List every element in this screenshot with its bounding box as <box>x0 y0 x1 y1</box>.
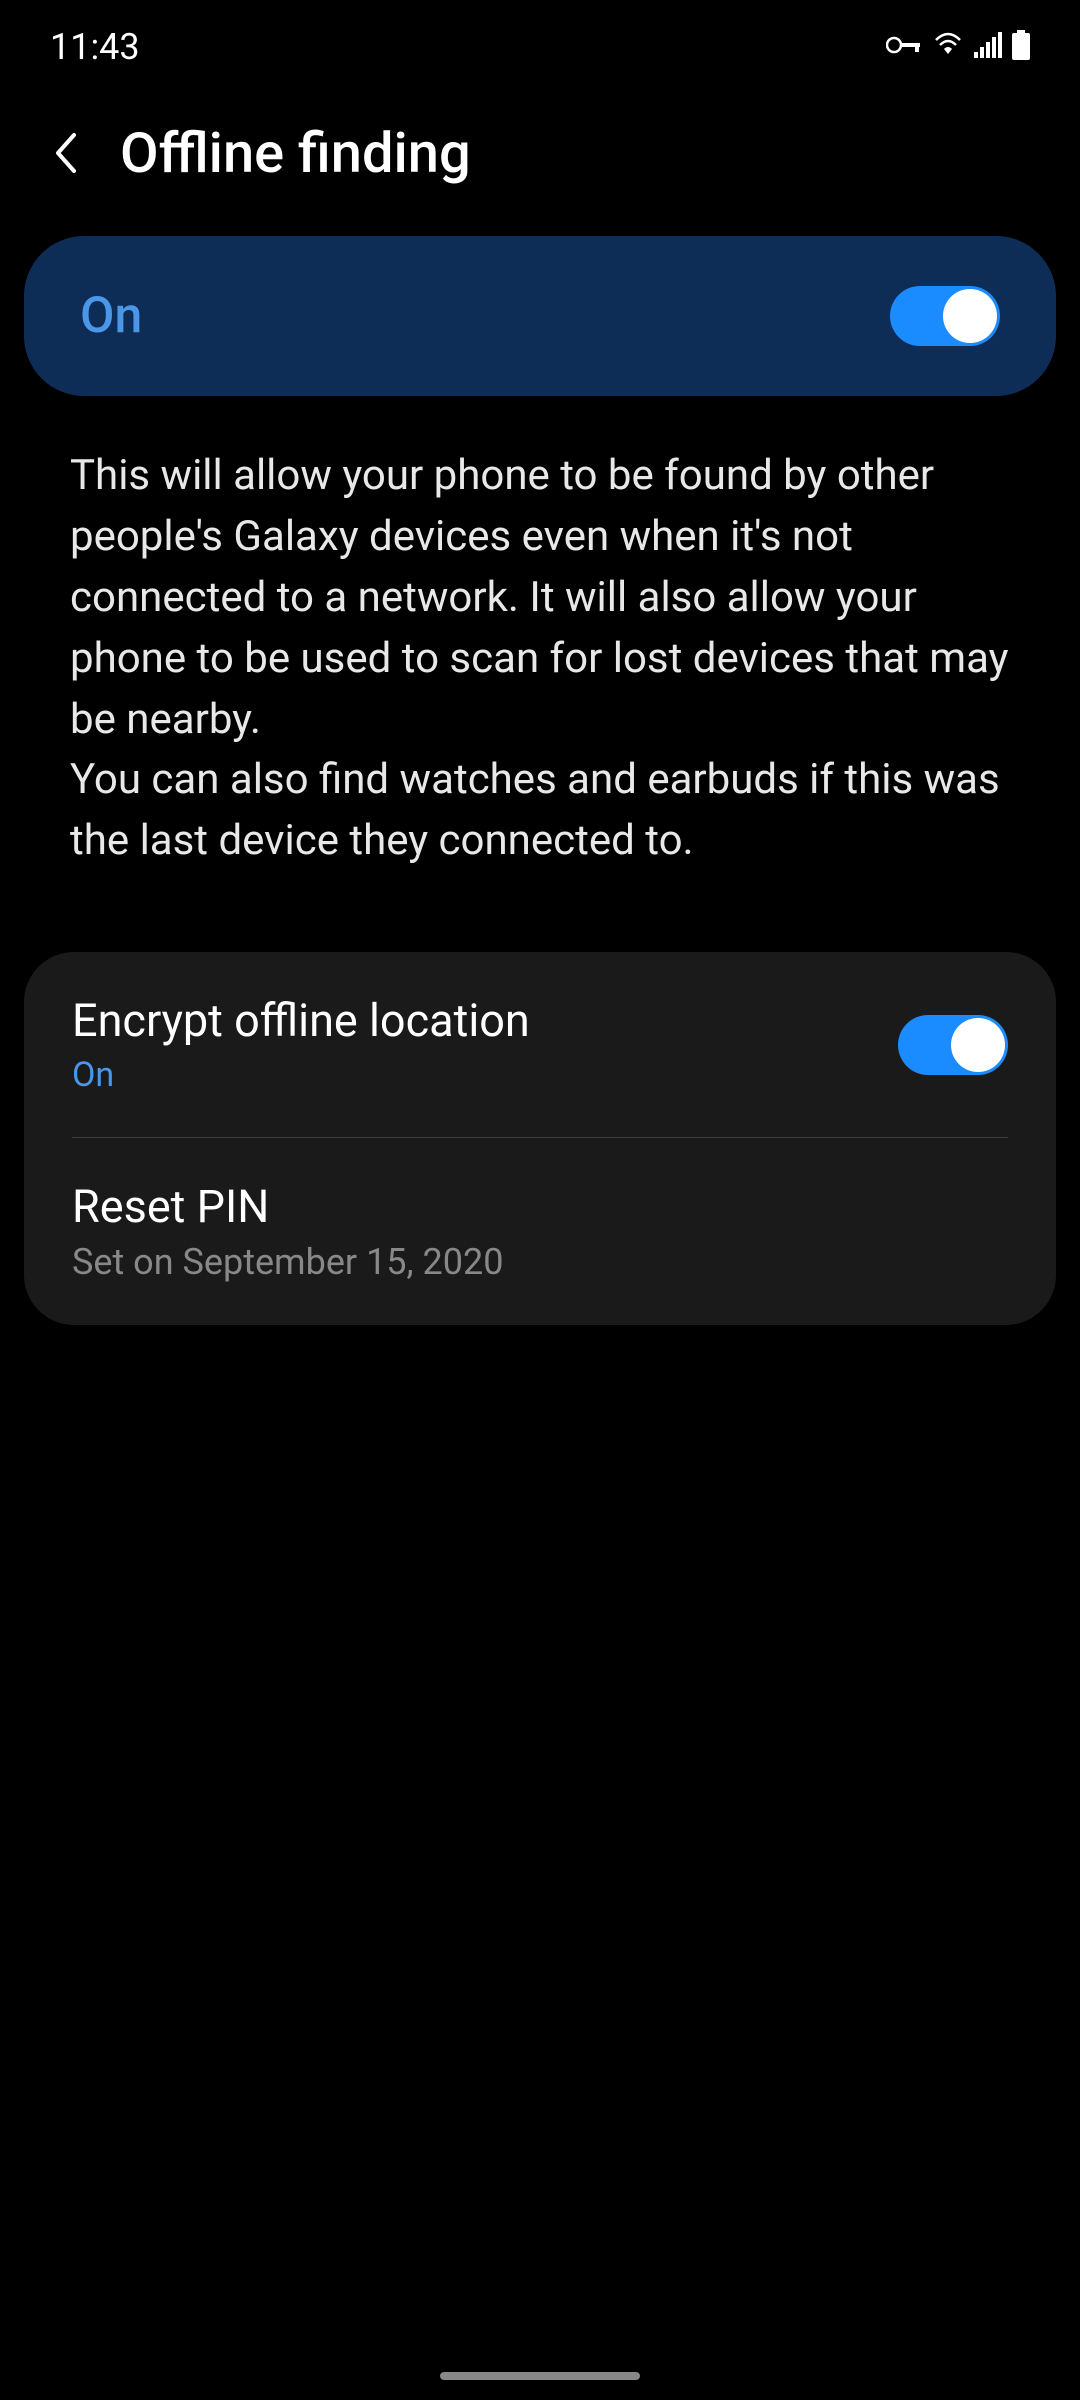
status-icons <box>886 30 1030 64</box>
reset-pin-text: Reset PIN Set on September 15, 2020 <box>72 1180 503 1283</box>
encrypt-text: Encrypt offline location On <box>72 994 530 1095</box>
reset-pin-subtitle: Set on September 15, 2020 <box>72 1241 503 1283</box>
encrypt-offline-location-row[interactable]: Encrypt offline location On <box>24 952 1056 1137</box>
signal-icon <box>974 32 1002 62</box>
wifi-icon <box>932 32 964 62</box>
header: Offline finding <box>0 80 1080 236</box>
main-toggle-label: On <box>80 287 142 345</box>
navigation-handle[interactable] <box>440 2372 640 2380</box>
status-bar: 11:43 <box>0 0 1080 80</box>
page-title: Offline finding <box>120 120 471 186</box>
feature-description: This will allow your phone to be found b… <box>0 396 1080 932</box>
back-button[interactable] <box>40 128 90 178</box>
status-time: 11:43 <box>50 26 140 68</box>
encrypt-toggle-switch[interactable] <box>898 1015 1008 1075</box>
vpn-key-icon <box>886 35 922 59</box>
encrypt-status: On <box>72 1055 530 1095</box>
encrypt-title: Encrypt offline location <box>72 994 530 1047</box>
battery-icon <box>1012 30 1030 64</box>
settings-group: Encrypt offline location On Reset PIN Se… <box>24 952 1056 1325</box>
reset-pin-row[interactable]: Reset PIN Set on September 15, 2020 <box>24 1138 1056 1325</box>
chevron-left-icon <box>52 131 78 175</box>
reset-pin-title: Reset PIN <box>72 1180 503 1233</box>
main-toggle-card[interactable]: On <box>24 236 1056 396</box>
main-toggle-switch[interactable] <box>890 286 1000 346</box>
